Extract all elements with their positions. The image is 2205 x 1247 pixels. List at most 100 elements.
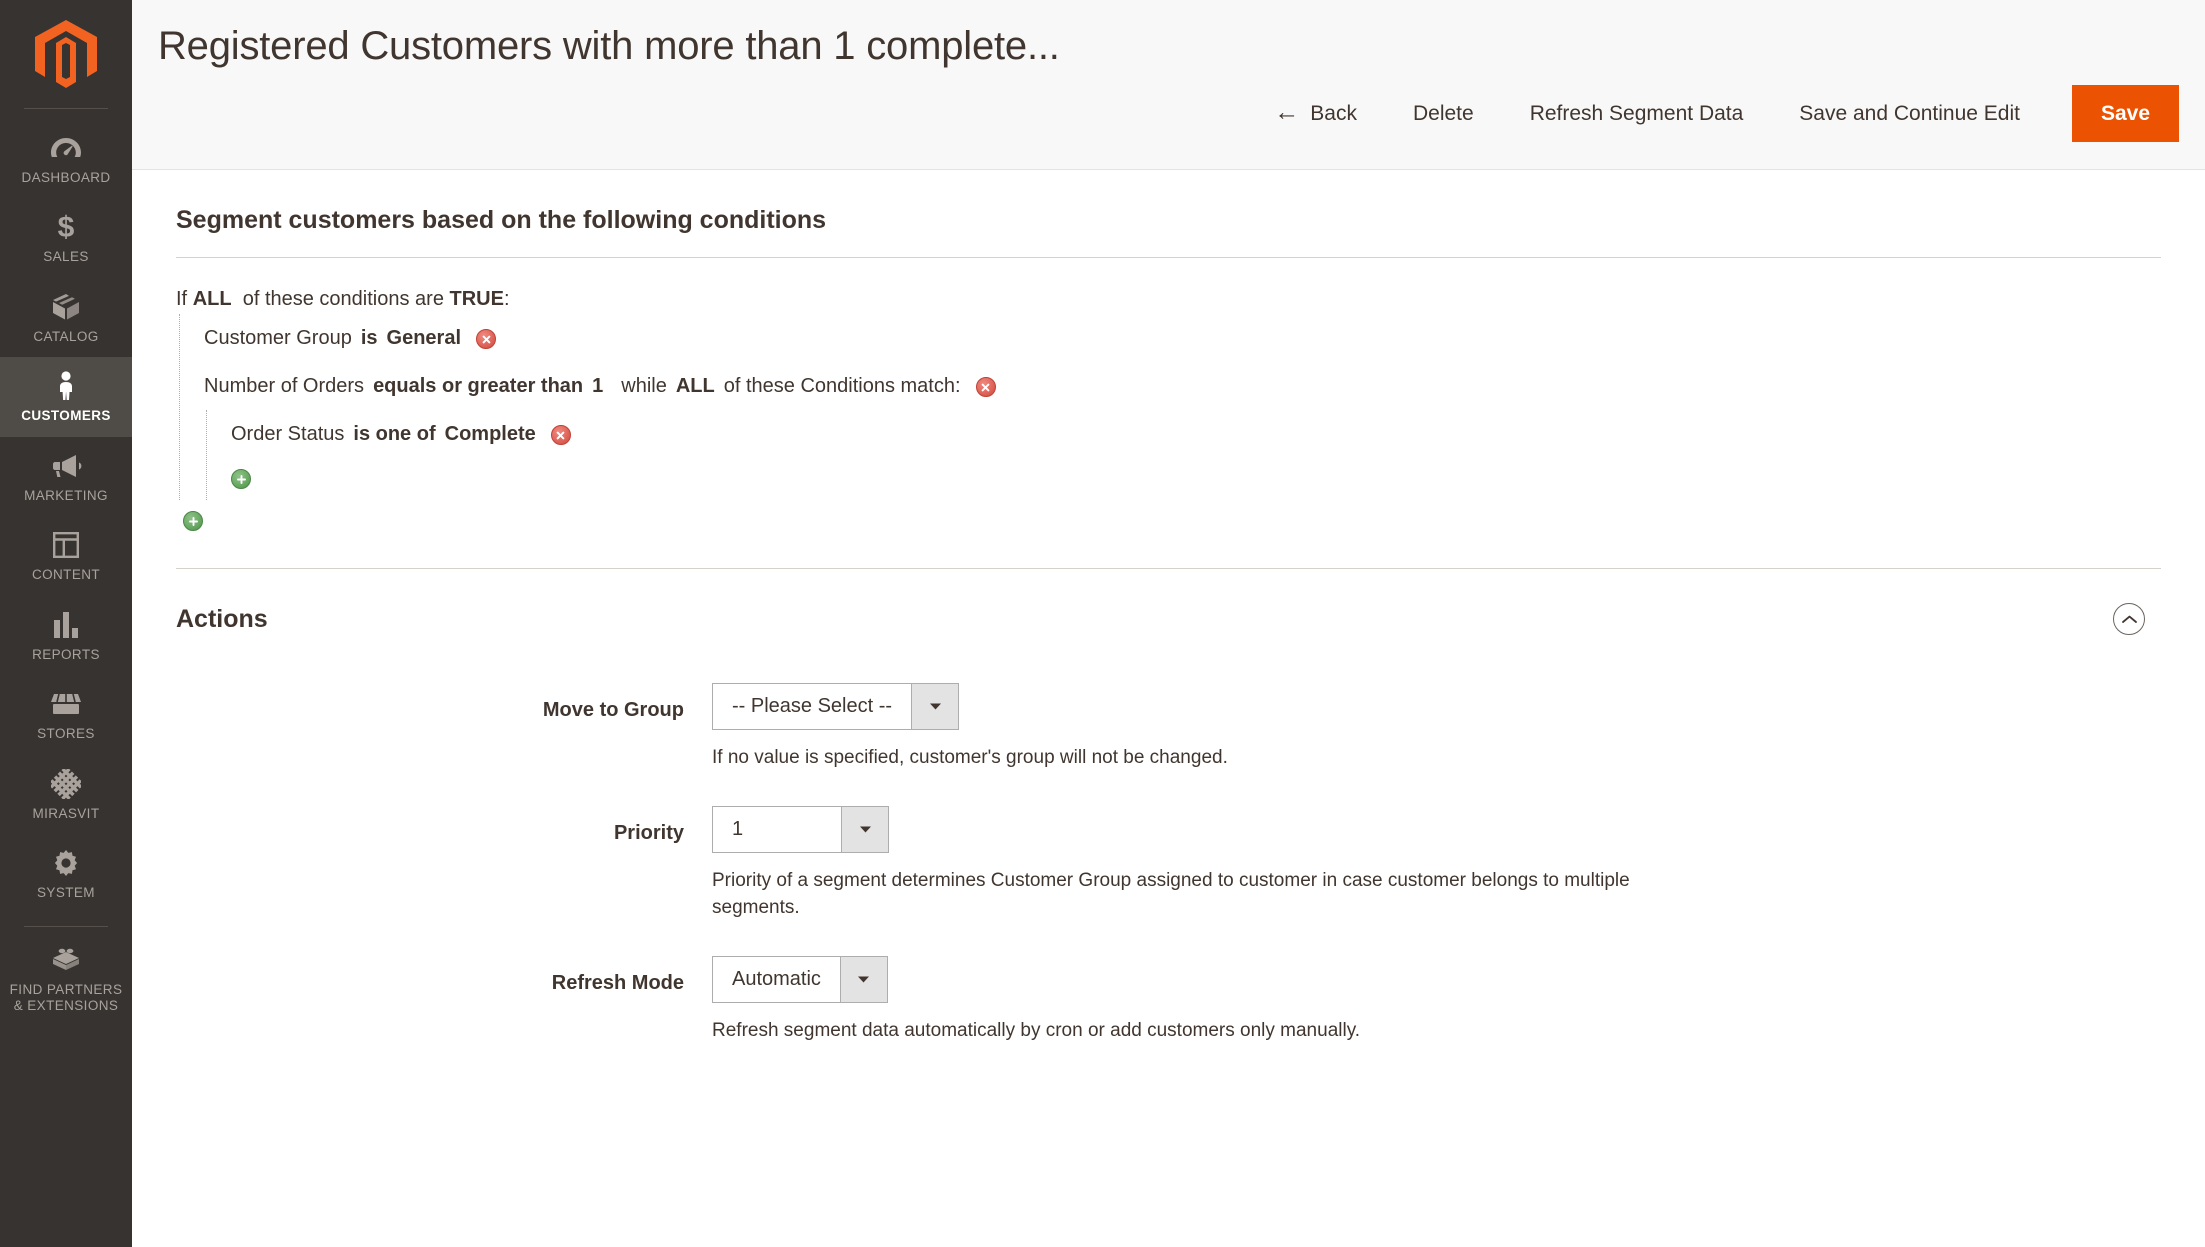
sidebar-item-label: DASHBOARD	[21, 170, 110, 186]
condition-operator[interactable]: equals or greater than	[373, 372, 583, 400]
mirasvit-weave-icon	[51, 769, 81, 799]
add-condition-icon[interactable]	[231, 469, 251, 489]
sidebar-item-sales[interactable]: $ SALES	[0, 198, 132, 277]
lego-brick-icon	[51, 945, 81, 975]
add-condition-row	[176, 500, 2161, 542]
condition-attribute[interactable]: Order Status	[231, 420, 344, 448]
sidebar-item-label: SYSTEM	[37, 885, 95, 901]
intro-middle-text: of these conditions are	[243, 288, 444, 310]
condition-sub-aggregator[interactable]: ALL	[676, 372, 715, 400]
priority-select[interactable]: 1	[712, 806, 889, 853]
field-refresh-mode: Refresh Mode Automatic Refresh segment d…	[176, 956, 2161, 1045]
conditions-section-title: Segment customers based on the following…	[176, 170, 2161, 257]
sidebar-item-system[interactable]: SYSTEM	[0, 834, 132, 913]
nested-conditions-group: Order Status is one of Complete	[206, 410, 2161, 500]
dollar-sign-icon: $	[56, 212, 76, 242]
intro-colon: :	[504, 288, 510, 310]
page-title: Registered Customers with more than 1 co…	[158, 0, 2179, 70]
layout-grid-icon	[52, 530, 80, 560]
back-arrow-icon: ←	[1274, 100, 1299, 125]
sidebar-item-label: CATALOG	[33, 329, 98, 345]
save-button[interactable]: Save	[2072, 85, 2179, 142]
sidebar-item-marketing[interactable]: MARKETING	[0, 437, 132, 516]
remove-condition-icon[interactable]	[551, 425, 571, 445]
dashboard-gauge-icon	[50, 133, 82, 163]
condition-attribute[interactable]: Number of Orders	[204, 372, 364, 400]
save-and-continue-edit-button[interactable]: Save and Continue Edit	[1771, 103, 2048, 124]
condition-connector: while	[621, 372, 667, 400]
field-control: 1 Priority of a segment determines Custo…	[712, 806, 2161, 922]
field-move-to-group: Move to Group -- Please Select -- If no …	[176, 683, 2161, 772]
sidebar-logo-divider	[24, 108, 108, 109]
field-note: Refresh segment data automatically by cr…	[712, 1003, 1652, 1045]
refresh-segment-data-button[interactable]: Refresh Segment Data	[1502, 103, 1772, 124]
sidebar-item-label: FIND PARTNERS & EXTENSIONS	[10, 982, 123, 1015]
back-button-label: Back	[1310, 103, 1357, 124]
intro-if-word: If	[176, 288, 187, 310]
sidebar-item-content[interactable]: CONTENT	[0, 516, 132, 595]
chevron-up-icon[interactable]	[2113, 603, 2145, 635]
sidebar-item-stores[interactable]: STORES	[0, 675, 132, 754]
condition-operator[interactable]: is	[361, 324, 378, 352]
conditions-intro: If ALL of these conditions are TRUE:	[176, 284, 2161, 314]
condition-row: Number of Orders equals or greater than …	[180, 362, 2161, 410]
conditions-group: Customer Group is General Number of Orde…	[179, 314, 2161, 500]
page-header: Registered Customers with more than 1 co…	[132, 0, 2205, 170]
sidebar-item-label: CONTENT	[32, 567, 100, 583]
condition-row: Order Status is one of Complete	[207, 410, 2161, 458]
refresh-mode-select[interactable]: Automatic	[712, 956, 888, 1003]
nested-add-condition-row	[207, 458, 2161, 500]
conditions-body: If ALL of these conditions are TRUE: Cus…	[176, 258, 2161, 568]
magento-logo[interactable]	[0, 0, 132, 108]
conditions-truth-value[interactable]: TRUE	[450, 288, 504, 310]
sidebar-item-customers[interactable]: CUSTOMERS	[0, 357, 132, 436]
sidebar-item-label: MARKETING	[24, 488, 108, 504]
condition-value[interactable]: General	[387, 324, 461, 352]
remove-condition-icon[interactable]	[976, 377, 996, 397]
box-icon	[51, 292, 81, 322]
select-value: Automatic	[713, 957, 840, 1002]
field-label: Move to Group	[176, 683, 712, 722]
condition-attribute[interactable]: Customer Group	[204, 324, 352, 352]
chevron-down-icon	[841, 807, 888, 852]
back-button[interactable]: ← Back	[1246, 101, 1385, 126]
condition-row: Customer Group is General	[180, 314, 2161, 362]
condition-value[interactable]: Complete	[445, 420, 536, 448]
field-note: If no value is specified, customer's gro…	[712, 730, 1652, 772]
sidebar-item-label: REPORTS	[32, 647, 100, 663]
header-action-buttons: ← Back Delete Refresh Segment Data Save …	[1246, 85, 2179, 142]
field-label: Priority	[176, 806, 712, 845]
remove-condition-icon[interactable]	[476, 329, 496, 349]
chevron-down-icon	[840, 957, 887, 1002]
add-condition-icon[interactable]	[183, 511, 203, 531]
sidebar-item-label: STORES	[37, 726, 95, 742]
person-icon	[56, 371, 76, 401]
actions-form: Move to Group -- Please Select -- If no …	[176, 665, 2161, 1044]
svg-text:$: $	[58, 212, 75, 242]
delete-button[interactable]: Delete	[1385, 103, 1502, 124]
field-control: -- Please Select -- If no value is speci…	[712, 683, 2161, 772]
sidebar-bottom-divider	[24, 926, 108, 927]
admin-page: DASHBOARD $ SALES CATALOG CUSTOMERS	[0, 0, 2205, 1247]
field-note: Priority of a segment determines Custome…	[712, 853, 1652, 922]
select-value: 1	[713, 807, 841, 852]
field-label: Refresh Mode	[176, 956, 712, 995]
sidebar-item-label: CUSTOMERS	[21, 408, 111, 424]
main-area: Registered Customers with more than 1 co…	[132, 0, 2205, 1247]
actions-title: Actions	[176, 605, 268, 634]
page-content: Segment customers based on the following…	[132, 170, 2205, 1247]
sidebar-item-catalog[interactable]: CATALOG	[0, 278, 132, 357]
sidebar-item-find-partners[interactable]: FIND PARTNERS & EXTENSIONS	[0, 931, 132, 1027]
sidebar-item-reports[interactable]: REPORTS	[0, 596, 132, 675]
conditions-aggregator[interactable]: ALL	[193, 288, 232, 310]
condition-operator[interactable]: is one of	[353, 420, 435, 448]
sidebar-item-label: MIRASVIT	[33, 806, 100, 822]
field-control: Automatic Refresh segment data automatic…	[712, 956, 2161, 1045]
select-value: -- Please Select --	[713, 684, 911, 729]
sidebar-item-mirasvit[interactable]: MIRASVIT	[0, 755, 132, 834]
sidebar-item-dashboard[interactable]: DASHBOARD	[0, 119, 132, 198]
sidebar-item-label: SALES	[43, 249, 89, 265]
condition-value[interactable]: 1	[592, 372, 603, 400]
move-to-group-select[interactable]: -- Please Select --	[712, 683, 959, 730]
megaphone-icon	[50, 451, 82, 481]
